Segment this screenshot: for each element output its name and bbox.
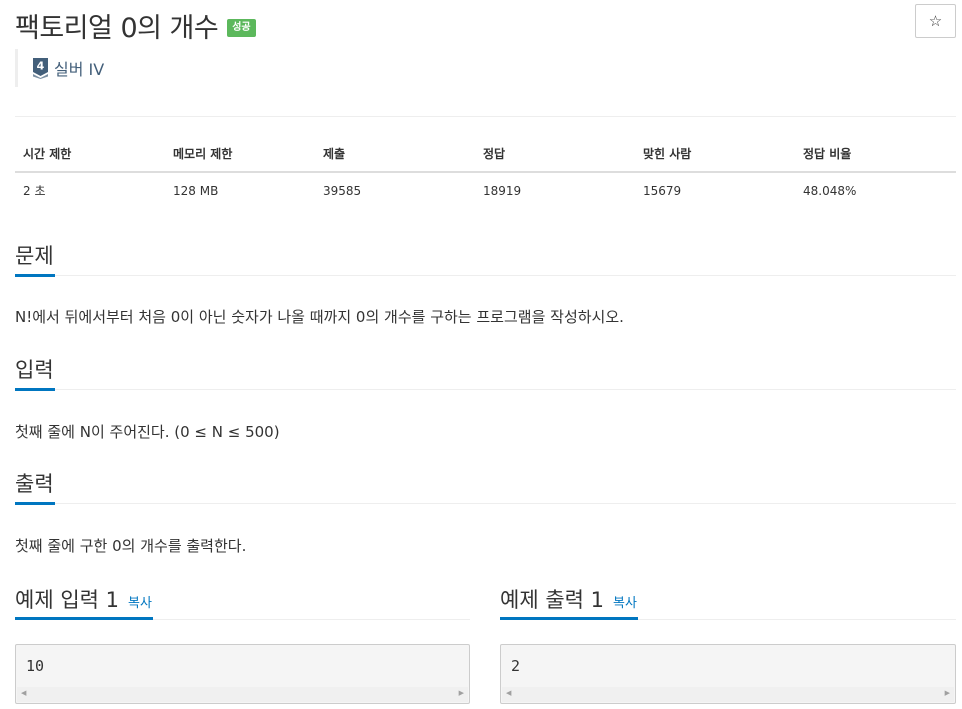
scroll-right-icon[interactable]: ▶ — [459, 690, 464, 697]
header-solved-users: 맞힌 사람 — [635, 136, 795, 173]
header-time-limit: 시간 제한 — [15, 136, 165, 173]
section-accent — [15, 274, 55, 277]
problem-header: 팩토리얼 0의 개수 성공 — [15, 6, 256, 45]
solved-users-value: 15679 — [643, 183, 682, 198]
horizontal-scrollbar[interactable]: ◀ ▶ — [17, 687, 468, 702]
time-limit-value: 2 초 — [23, 184, 46, 198]
accuracy-value: 48.048% — [803, 183, 857, 198]
output-text: 첫째 줄에 구한 0의 개수를 출력한다. — [15, 537, 247, 555]
sample-input-header: 예제 입력 1 복사 — [15, 584, 152, 614]
header-accuracy: 정답 비율 — [795, 136, 956, 173]
problem-info-table: 시간 제한 메모리 제한 제출 정답 맞힌 사람 정답 비율 2 초 128 M… — [15, 136, 956, 208]
description-text: N!에서 뒤에서부터 처음 0이 아닌 숫자가 나올 때까지 0의 개수를 구하… — [15, 308, 624, 326]
table-row: 2 초 128 MB 39585 18919 15679 48.048% — [15, 172, 956, 208]
section-title-description: 문제 — [15, 244, 54, 268]
section-accent — [15, 388, 55, 391]
status-badge: 성공 — [227, 18, 256, 37]
header-accepted: 정답 — [475, 136, 635, 173]
tier-name[interactable]: 실버 IV — [54, 56, 104, 80]
star-button[interactable]: ☆ — [915, 4, 956, 38]
sample-input-value: 10 — [26, 657, 45, 675]
sample-input-box[interactable]: 10 ◀ ▶ — [15, 644, 470, 704]
section-divider — [15, 503, 956, 504]
table-header-row: 시간 제한 메모리 제한 제출 정답 맞힌 사람 정답 비율 — [15, 136, 956, 173]
horizontal-scrollbar[interactable]: ◀ ▶ — [502, 687, 954, 702]
sample-output-box[interactable]: 2 ◀ ▶ — [500, 644, 956, 704]
tier-level: 4 — [37, 60, 45, 73]
section-title-input: 입력 — [15, 358, 54, 382]
tier-label-block: 4 실버 IV — [15, 49, 104, 87]
header-submissions: 제출 — [315, 136, 475, 173]
divider — [15, 116, 956, 117]
sample-output-value: 2 — [511, 657, 521, 675]
copy-sample-input-link[interactable]: 복사 — [128, 592, 152, 611]
header-memory-limit: 메모리 제한 — [165, 136, 315, 173]
copy-sample-output-link[interactable]: 복사 — [613, 592, 637, 611]
section-title-output: 출력 — [15, 472, 54, 496]
page-title: 팩토리얼 0의 개수 — [15, 13, 219, 44]
sample-input-title: 예제 입력 1 — [15, 588, 119, 612]
section-accent — [500, 617, 638, 620]
input-text: 첫째 줄에 N이 주어진다. (0 ≤ N ≤ 500) — [15, 423, 280, 441]
scroll-left-icon[interactable]: ◀ — [506, 690, 511, 697]
scroll-left-icon[interactable]: ◀ — [21, 690, 26, 697]
silver-tier-icon: 4 — [33, 58, 48, 79]
star-outline-icon: ☆ — [928, 12, 943, 30]
accepted-value: 18919 — [483, 183, 522, 198]
section-divider — [15, 389, 956, 390]
section-divider — [15, 275, 956, 276]
scroll-right-icon[interactable]: ▶ — [945, 690, 950, 697]
memory-limit-value: 128 MB — [173, 183, 219, 198]
section-accent — [15, 502, 55, 505]
section-accent — [15, 617, 153, 620]
submissions-value: 39585 — [323, 183, 362, 198]
sample-output-header: 예제 출력 1 복사 — [500, 584, 637, 614]
sample-output-title: 예제 출력 1 — [500, 588, 604, 612]
